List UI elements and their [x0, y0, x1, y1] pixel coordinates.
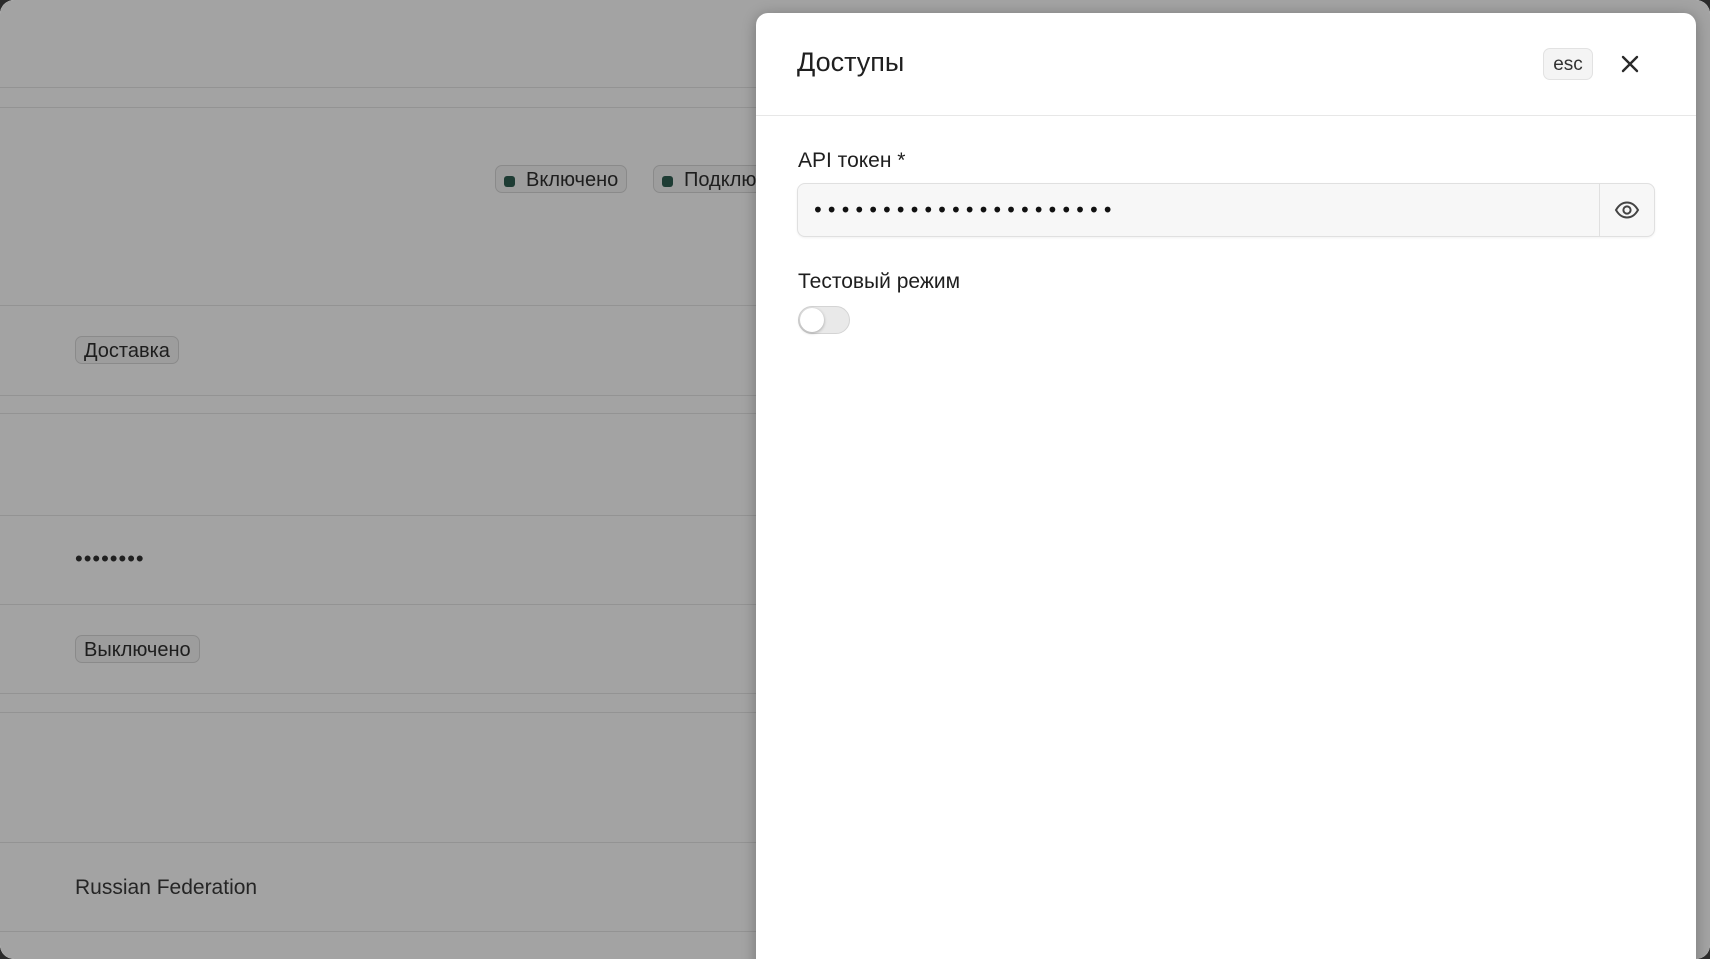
- api-token-label: API токен *: [798, 149, 906, 172]
- toggle-visibility-button[interactable]: [1599, 184, 1654, 236]
- api-token-field: [797, 183, 1655, 237]
- esc-shortcut-badge: esc: [1543, 48, 1593, 80]
- drawer-title: Доступы: [797, 47, 905, 77]
- drawer-header: Доступы esc: [756, 13, 1696, 116]
- close-button[interactable]: [1617, 51, 1643, 77]
- eye-icon: [1614, 201, 1640, 219]
- test-mode-toggle[interactable]: [798, 306, 850, 334]
- api-token-input[interactable]: [812, 184, 1602, 236]
- screen: Включено Подклю Доставка •••••••• Выключ…: [0, 0, 1710, 959]
- close-icon: [1621, 55, 1639, 73]
- toggle-knob: [800, 308, 824, 332]
- access-drawer: Доступы esc API токен * Тестовый режим: [756, 13, 1696, 959]
- test-mode-label: Тестовый режим: [798, 270, 961, 293]
